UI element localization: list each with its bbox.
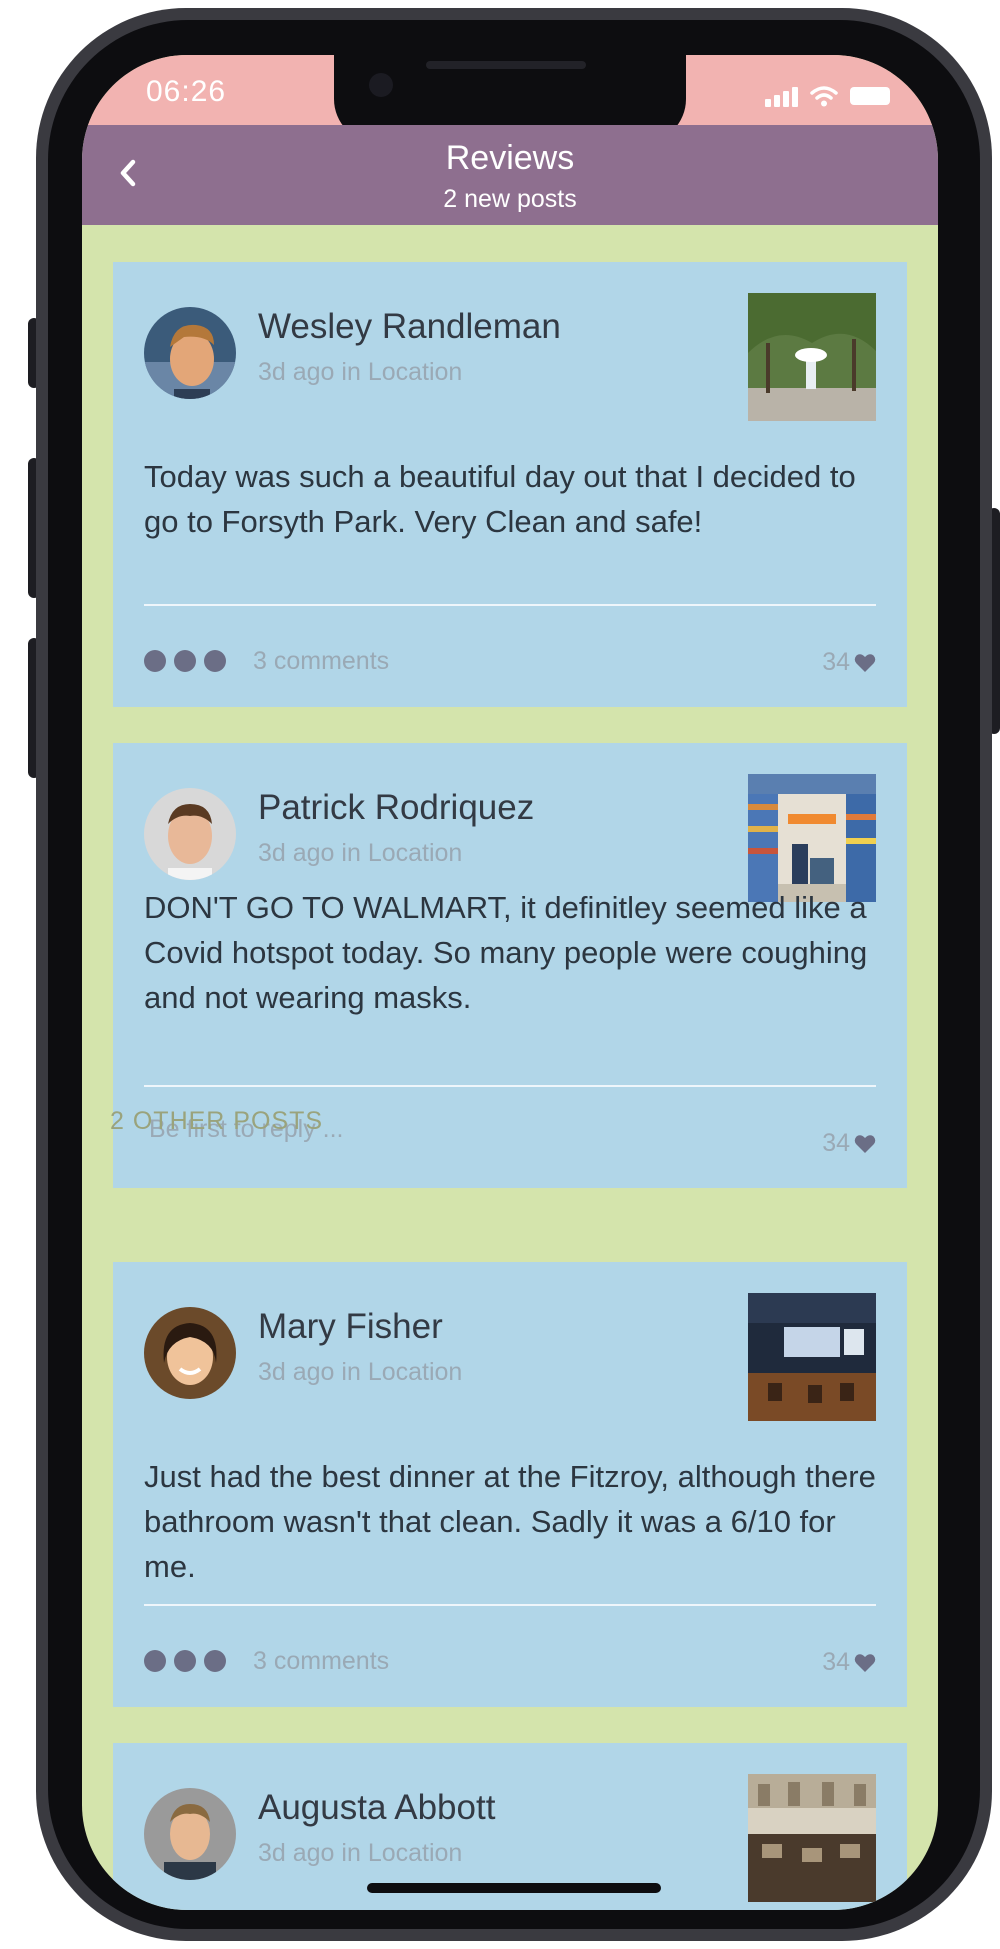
commenter-dot — [174, 650, 196, 672]
post-text: Today was such a beautiful day out that … — [144, 459, 856, 539]
avatar[interactable] — [144, 788, 236, 880]
post-author[interactable]: Wesley Randleman — [258, 307, 561, 347]
home-indicator[interactable] — [367, 1883, 661, 1893]
post-card[interactable]: Wesley Randleman 3d ago in Location Toda… — [113, 262, 907, 707]
divider — [144, 1085, 876, 1087]
page-subtitle: 2 new posts — [443, 185, 577, 213]
commenter-avatars[interactable] — [144, 650, 226, 672]
post-text: Just had the best dinner at the Fitzroy,… — [144, 1459, 876, 1584]
post-meta: 3d ago in Location — [258, 1839, 463, 1867]
heart-icon[interactable] — [854, 1134, 876, 1154]
post-photo[interactable] — [748, 1293, 876, 1421]
post-text: DON'T GO TO WALMART, it definitley seeme… — [144, 890, 868, 1015]
post-meta: 3d ago in Location — [258, 839, 463, 867]
earpiece-speaker — [426, 61, 586, 69]
phone-screen: 06:26 Reviews 2 new posts Wesley Randlem… — [82, 55, 938, 1910]
commenter-avatars[interactable] — [144, 1650, 226, 1672]
avatar[interactable] — [144, 1788, 236, 1880]
likes-count[interactable]: 34 — [822, 1129, 876, 1158]
battery-icon — [850, 87, 890, 105]
status-time: 06:26 — [146, 75, 227, 108]
status-icons — [765, 79, 890, 107]
likes-count[interactable]: 34 — [822, 1648, 876, 1677]
likes-count[interactable]: 34 — [822, 648, 876, 677]
post-author[interactable]: Augusta Abbott — [258, 1788, 495, 1828]
page-title: Reviews — [445, 139, 575, 177]
commenter-dot — [204, 1650, 226, 1672]
post-meta: 3d ago in Location — [258, 358, 463, 386]
heart-icon[interactable] — [854, 1653, 876, 1673]
signal-icon — [765, 85, 798, 107]
front-camera — [369, 73, 393, 97]
commenter-dot — [144, 1650, 166, 1672]
post-author[interactable]: Mary Fisher — [258, 1307, 443, 1347]
post-photo[interactable] — [748, 293, 876, 421]
nav-bar: Reviews 2 new posts — [82, 125, 938, 225]
post-card[interactable]: Mary Fisher 3d ago in Location Just had … — [113, 1262, 907, 1707]
post-meta: 3d ago in Location — [258, 1358, 463, 1386]
wifi-icon — [810, 86, 838, 107]
comments-link[interactable]: 3 comments — [253, 647, 389, 676]
divider — [144, 604, 876, 606]
section-label-other-posts: 2 OTHER POSTS — [110, 1107, 324, 1135]
post-photo[interactable] — [748, 774, 876, 902]
likes-number: 34 — [822, 648, 850, 676]
post-author[interactable]: Patrick Rodriquez — [258, 788, 534, 828]
comments-link[interactable]: 3 comments — [253, 1647, 389, 1676]
commenter-dot — [204, 650, 226, 672]
likes-number: 34 — [822, 1129, 850, 1157]
likes-number: 34 — [822, 1648, 850, 1676]
heart-icon[interactable] — [854, 653, 876, 673]
avatar[interactable] — [144, 307, 236, 399]
commenter-dot — [144, 650, 166, 672]
post-photo[interactable] — [748, 1774, 876, 1902]
commenter-dot — [174, 1650, 196, 1672]
divider — [144, 1604, 876, 1606]
avatar[interactable] — [144, 1307, 236, 1399]
